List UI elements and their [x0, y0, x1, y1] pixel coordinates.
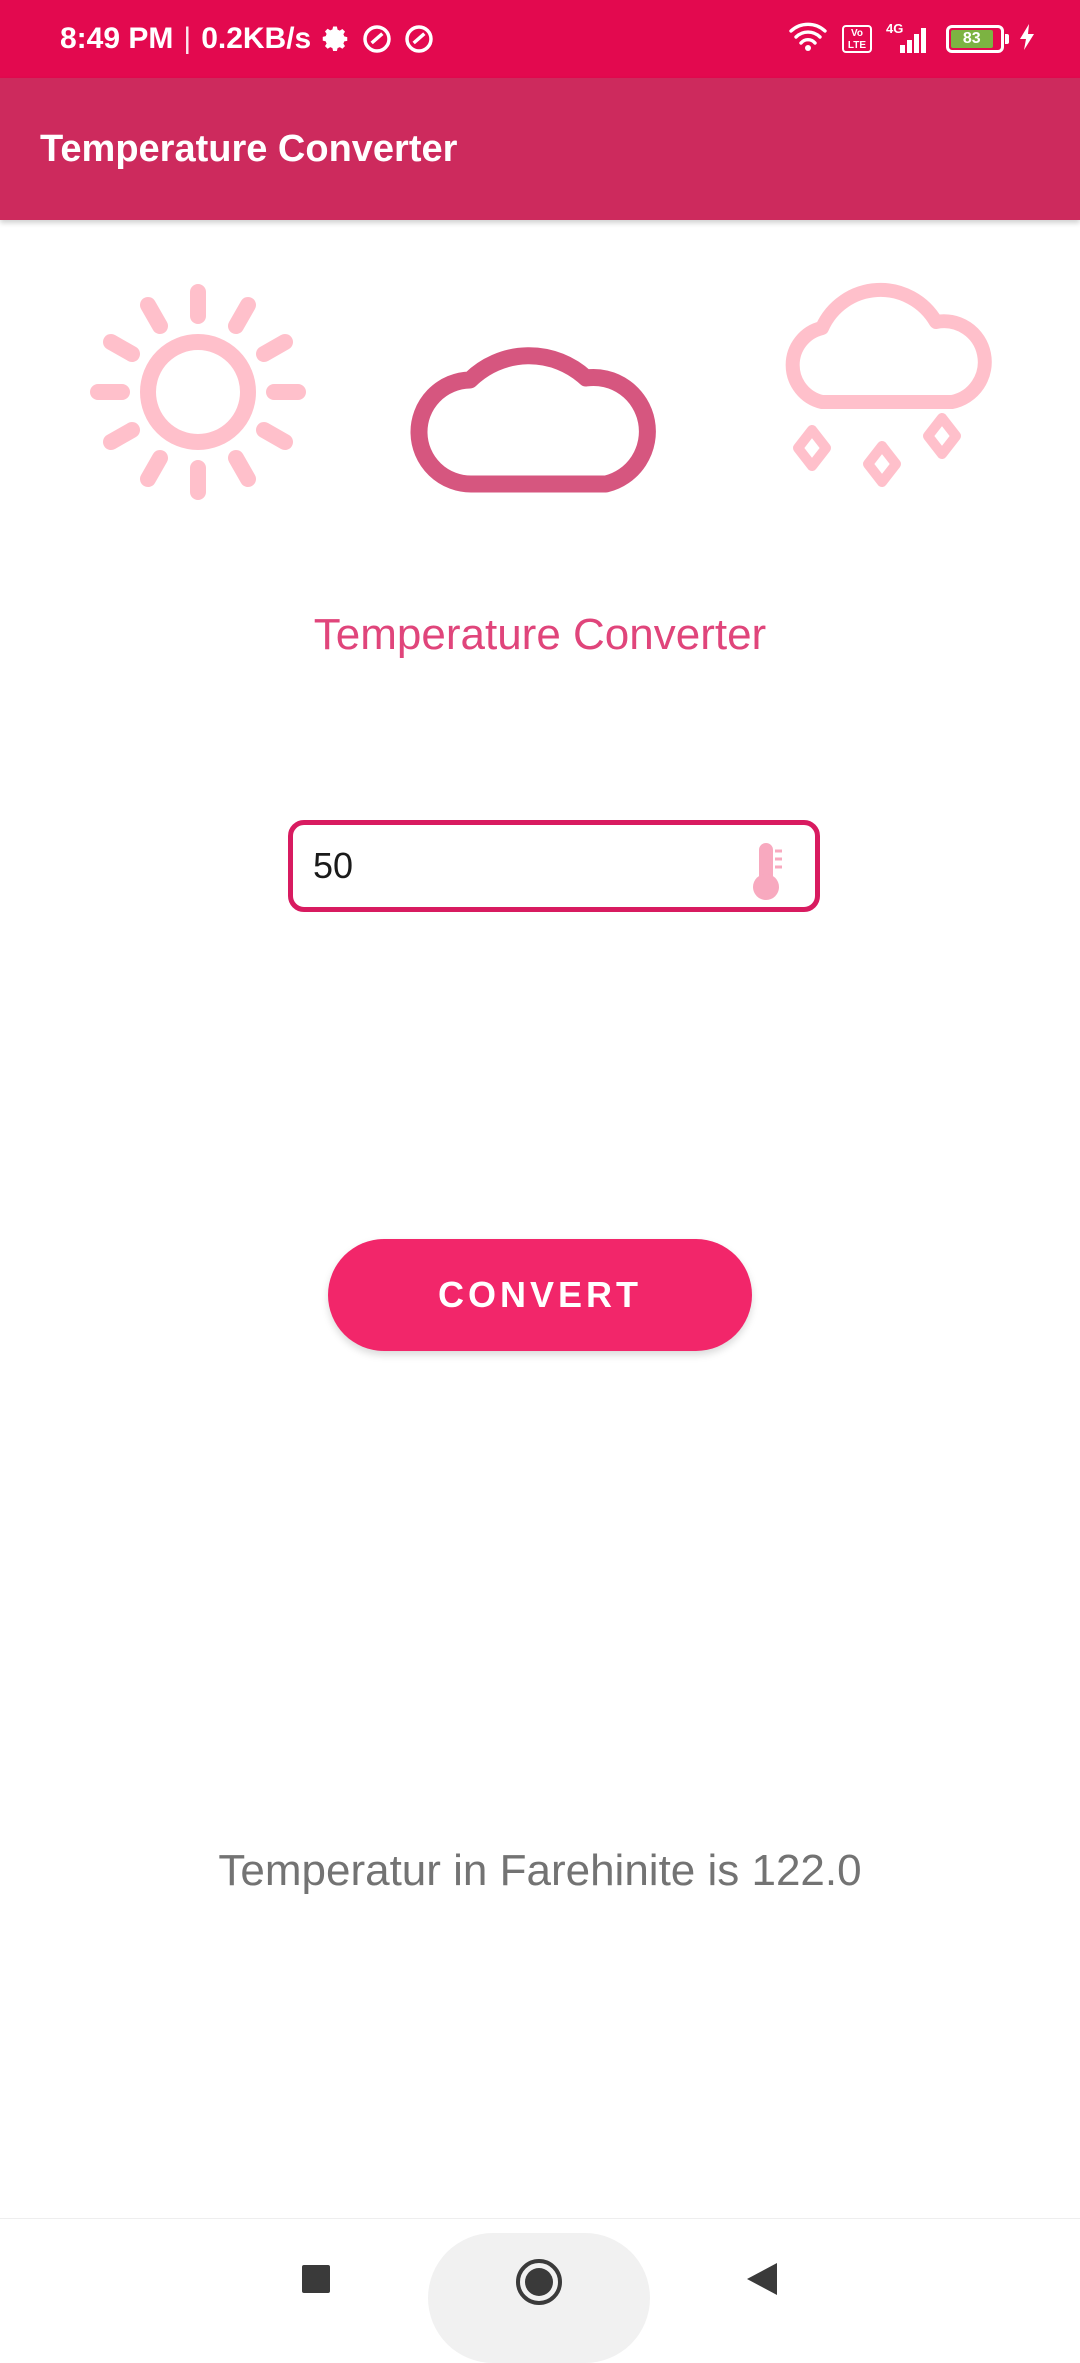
status-separator: |: [183, 22, 192, 55]
temperature-input[interactable]: [313, 825, 733, 907]
battery-icon: 83: [946, 25, 1009, 53]
status-time: 8:49 PM: [60, 22, 174, 55]
battery-level: 83: [951, 30, 993, 48]
result-text: Temperatur in Farehinite is 122.0: [218, 1846, 862, 1895]
status-right: Vo LTE 4G 83: [788, 0, 1036, 78]
navigation-bar: [0, 2218, 1080, 2363]
sync-circle-icon: [361, 23, 393, 55]
temperature-input-container[interactable]: [288, 820, 820, 912]
recents-square-icon[interactable]: [292, 2255, 340, 2303]
app-bar: Temperature Converter: [0, 78, 1080, 220]
thermometer-icon: [749, 839, 785, 908]
snow-cloud-icon: [776, 282, 1006, 507]
converter-heading: Temperature Converter: [313, 610, 767, 659]
app-title: Temperature Converter: [40, 128, 458, 170]
convert-button[interactable]: CONVERT: [328, 1239, 752, 1351]
signal-icon: 4G: [886, 21, 932, 55]
status-bar: 8:49 PM | 0.2KB/s Vo LTE 4G 83: [0, 0, 1080, 78]
status-network-speed: 0.2KB/s: [201, 22, 312, 55]
home-circle-icon[interactable]: [512, 2255, 566, 2309]
volte-icon: Vo LTE: [842, 25, 872, 53]
sun-icon: [78, 272, 318, 517]
status-left: 8:49 PM | 0.2KB/s: [60, 0, 435, 78]
wifi-icon: [788, 21, 828, 58]
back-triangle-icon[interactable]: [738, 2255, 786, 2303]
gear-icon: [321, 24, 351, 54]
sync-circle-icon: [403, 23, 435, 55]
cloud-icon: [410, 310, 670, 505]
charging-icon: [1018, 23, 1036, 56]
